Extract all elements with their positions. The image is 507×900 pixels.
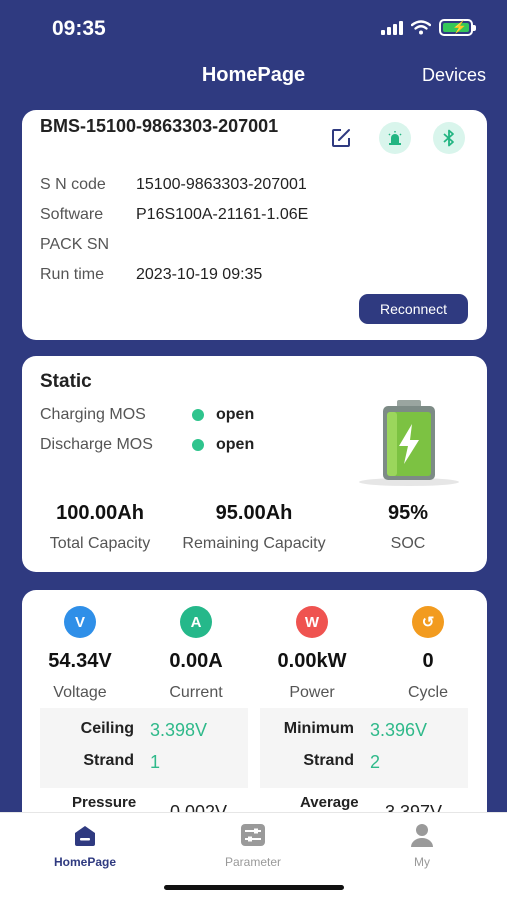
device-details: S N code 15100-9863303-207001 Software P… [40, 170, 308, 290]
settings-sliders-icon [241, 824, 265, 846]
strand-label: Strand [83, 752, 134, 769]
home-icon [75, 826, 95, 846]
strand-value: 2 [370, 752, 381, 772]
cycle-icon: ↺ [412, 606, 444, 638]
current-value: 0.00A [169, 650, 223, 672]
minimum-label: Minimum [283, 720, 354, 737]
current-icon: A [180, 606, 212, 638]
device-info-card: BMS-15100-9863303-207001 S N code 15100-… [22, 110, 487, 340]
device-tools [325, 122, 465, 154]
status-icons: ⚡ [381, 19, 476, 36]
power-value: 0.00kW [277, 650, 347, 672]
current-label: Current [169, 684, 223, 701]
average-label: Average [300, 794, 359, 811]
average-item: Average 3.397V [300, 794, 442, 822]
cycle-metric: ↺ 0 Cycle [370, 606, 486, 702]
total-capacity-label: Total Capacity [49, 535, 151, 552]
soc-label: SOC [390, 535, 426, 552]
run-time-row: Run time 2023-10-19 09:35 [40, 260, 308, 290]
pressure-label: Pressure [72, 794, 137, 811]
software-row: Software P16S100A-21161-1.06E [40, 200, 308, 230]
strand-label: Strand [303, 752, 354, 769]
sn-code-row: S N code 15100-9863303-207001 [40, 170, 308, 200]
home-indicator [164, 885, 344, 890]
tab-label: HomePage [53, 855, 117, 869]
discharge-mos-row: Discharge MOS open [40, 436, 254, 454]
device-name: BMS-15100-9863303-207001 [40, 116, 279, 136]
row-label: Run time [40, 266, 105, 283]
remaining-capacity-value: 95.00Ah [215, 502, 293, 524]
tab-label: Parameter [224, 855, 282, 869]
battery-charging-icon: ⚡ [439, 19, 476, 36]
current-metric: A 0.00A Current [138, 606, 254, 702]
row-label: Software [40, 206, 104, 223]
status-dot [192, 439, 204, 451]
remaining-capacity: 95.00Ah Remaining Capacity [170, 502, 338, 553]
pressure-item: Pressure 0.002V [72, 794, 227, 822]
alarm-button[interactable] [379, 122, 411, 154]
bluetooth-button[interactable] [433, 122, 465, 154]
soc-value: 95% [387, 502, 429, 524]
user-icon [411, 824, 433, 847]
edit-name-button[interactable] [325, 122, 357, 154]
cellular-signal-icon [381, 20, 403, 35]
voltage-metric: V 54.34V Voltage [22, 606, 138, 702]
power-icon: W [296, 606, 328, 638]
alarm-light-icon [388, 131, 402, 145]
ceiling-label: Ceiling [80, 720, 134, 737]
battery-charging-icon [359, 400, 459, 486]
row-label: S N code [40, 176, 106, 193]
cycle-value: 0 [422, 650, 434, 672]
status-bar: 09:35 ⚡ [0, 0, 507, 56]
charging-mos-label: Charging MOS [40, 406, 146, 423]
tab-label: My [414, 855, 430, 869]
voltage-label: Voltage [53, 684, 107, 701]
soc: 95% SOC [364, 502, 452, 553]
row-label: PACK SN [40, 236, 110, 253]
edit-icon [332, 129, 350, 147]
total-capacity: 100.00Ah Total Capacity [40, 502, 160, 553]
discharge-mos-value: open [216, 436, 255, 453]
charging-mos-row: Charging MOS open [40, 406, 254, 424]
tab-parameter[interactable]: Parameter [193, 821, 313, 869]
reconnect-button[interactable]: Reconnect [359, 294, 468, 324]
minimum-value: 3.396V [370, 720, 428, 740]
ceiling-value: 3.398V [150, 720, 208, 740]
row-value: P16S100A-21161-1.06E [136, 206, 309, 223]
static-card: Static Charging MOS open Discharge MOS o… [22, 356, 487, 572]
status-time: 09:35 [52, 17, 106, 40]
static-title: Static [40, 371, 92, 392]
nav-header: HomePage Devices [0, 56, 507, 96]
charging-mos-value: open [216, 406, 255, 423]
tab-my[interactable]: My [362, 821, 482, 869]
minimum-panel: Minimum 3.396V Strand 2 [260, 708, 468, 788]
devices-button[interactable]: Devices [422, 65, 486, 86]
power-label: Power [289, 684, 335, 701]
wifi-icon [411, 20, 431, 35]
tab-homepage[interactable]: HomePage [25, 821, 145, 869]
status-dot [192, 409, 204, 421]
ceiling-panel: Ceiling 3.398V Strand 1 [40, 708, 248, 788]
remaining-capacity-label: Remaining Capacity [182, 535, 326, 552]
power-metric: W 0.00kW Power [254, 606, 370, 702]
metrics-card: V 54.34V Voltage A 0.00A Current W 0.00k… [22, 590, 487, 850]
cycle-label: Cycle [407, 684, 448, 701]
voltage-value: 54.34V [48, 650, 112, 672]
row-value: 15100-9863303-207001 [136, 176, 307, 193]
discharge-mos-label: Discharge MOS [40, 436, 153, 453]
voltage-icon: V [64, 606, 96, 638]
total-capacity-value: 100.00Ah [56, 502, 144, 524]
strand-value: 1 [150, 752, 161, 772]
pack-sn-row: PACK SN [40, 230, 308, 260]
row-value: 2023-10-19 09:35 [136, 266, 263, 283]
bluetooth-icon [443, 129, 454, 147]
